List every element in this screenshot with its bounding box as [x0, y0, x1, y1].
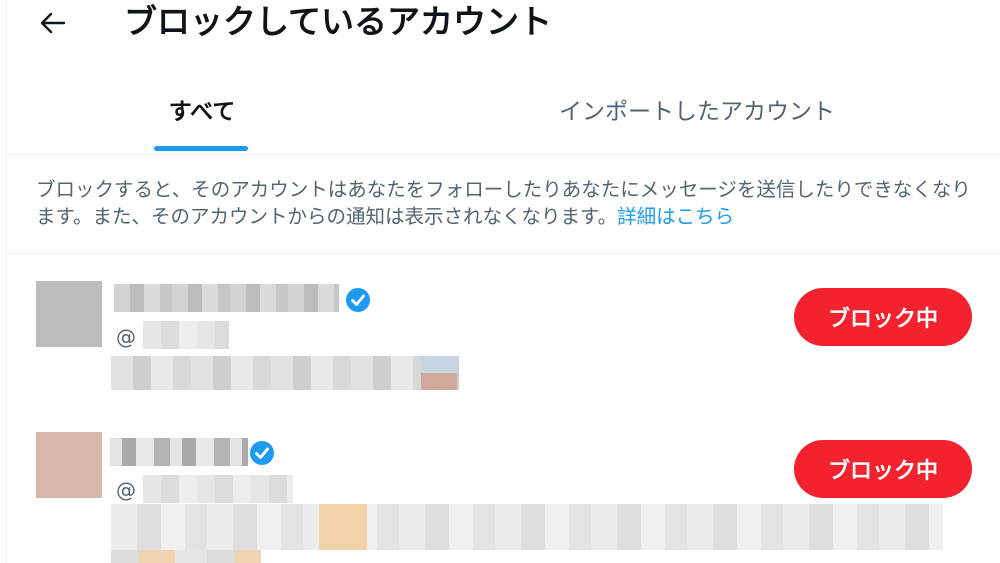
- blurred-bio-emoji: [319, 504, 367, 550]
- page-header: ブロックしているアカウント: [0, 0, 1000, 56]
- blurred-bio: [111, 356, 459, 390]
- blurred-display-name: [110, 438, 248, 466]
- avatar[interactable]: [36, 432, 102, 498]
- divider: [7, 253, 1000, 254]
- verified-badge-icon: [250, 441, 274, 465]
- blurred-handle: [143, 321, 229, 349]
- active-tab-indicator: [154, 146, 248, 151]
- page-title: ブロックしているアカウント: [124, 2, 553, 41]
- account-handle: @: [116, 325, 136, 349]
- tab-all[interactable]: すべて: [102, 64, 302, 154]
- blocked-accounts-page: ブロックしているアカウント すべて インポートしたアカウント ブロックすると、そ…: [0, 0, 1000, 563]
- arrow-left-icon: [40, 12, 66, 34]
- blocking-button[interactable]: ブロック中: [794, 288, 972, 346]
- learn-more-link[interactable]: 詳細はこちら: [617, 205, 734, 228]
- block-description: ブロックすると、そのアカウントはあなたをフォローしたりあなたにメッセージを送信し…: [36, 176, 976, 230]
- blurred-display-name: [114, 284, 339, 312]
- tab-imported-accounts[interactable]: インポートしたアカウント: [467, 64, 927, 154]
- blocked-account-row[interactable]: @ ブロック中: [7, 270, 1000, 420]
- blurred-handle: [143, 475, 293, 503]
- verified-badge-icon: [346, 288, 370, 312]
- block-description-text: ブロックすると、そのアカウントはあなたをフォローしたりあなたにメッセージを送信し…: [36, 178, 971, 228]
- blurred-bio-emoji: [421, 356, 457, 390]
- blocked-account-row[interactable]: @ ブロック中: [7, 420, 1000, 563]
- blocking-button[interactable]: ブロック中: [794, 440, 972, 498]
- account-handle: @: [116, 478, 136, 502]
- back-button[interactable]: [30, 2, 76, 44]
- avatar[interactable]: [36, 281, 102, 347]
- blurred-bio: [111, 504, 943, 550]
- tab-bar: すべて インポートしたアカウント: [7, 64, 1000, 155]
- blurred-bio-second-line: [111, 550, 261, 563]
